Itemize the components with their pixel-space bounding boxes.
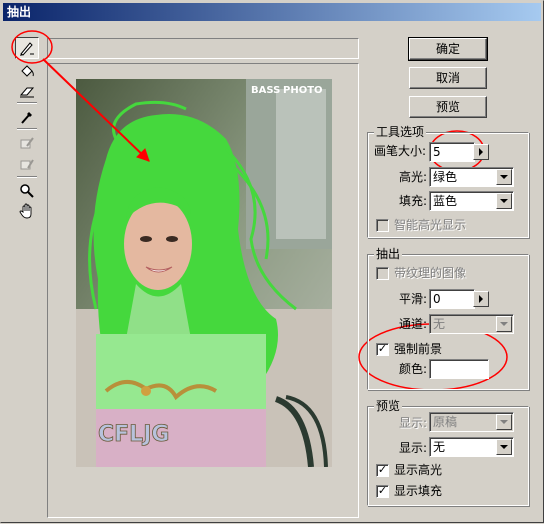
ok-button[interactable]: 确定 bbox=[408, 37, 488, 61]
cancel-button[interactable]: 取消 bbox=[409, 67, 487, 89]
color-label: 颜色: bbox=[399, 362, 428, 376]
extraction-title: 抽出 bbox=[374, 247, 403, 261]
channel-dropdown-button[interactable] bbox=[496, 316, 512, 332]
show-background-dropdown-button[interactable] bbox=[496, 439, 512, 455]
highlight-label: 高光: bbox=[399, 170, 428, 184]
preview-group-title: 预览 bbox=[374, 399, 403, 413]
extract-dialog: 抽出 BASS PHOTO CFLJG 确定 取消 预览 工具选项 画笔大小: … bbox=[0, 0, 544, 523]
fill-label: 填充: bbox=[399, 194, 428, 208]
show-label-1: 显示: bbox=[399, 416, 428, 430]
preview-button[interactable]: 预览 bbox=[409, 96, 487, 118]
brush-size-input[interactable]: 5 bbox=[429, 142, 475, 162]
force-foreground-checkbox[interactable]: ✓ bbox=[376, 343, 389, 356]
highlight-dropdown-button[interactable] bbox=[496, 169, 512, 185]
show-source-dropdown-button[interactable] bbox=[496, 414, 512, 430]
chevron-down-icon bbox=[500, 445, 508, 449]
show-highlight-label: 显示高光 bbox=[394, 463, 443, 477]
smooth-input[interactable]: 0 bbox=[429, 289, 475, 309]
show-label-2: 显示: bbox=[399, 441, 428, 455]
chevron-down-icon bbox=[500, 420, 508, 424]
chevron-down-icon bbox=[500, 322, 508, 326]
brush-size-label: 画笔大小: bbox=[374, 144, 427, 158]
show-highlight-checkbox[interactable]: ✓ bbox=[376, 464, 389, 477]
textured-image-label: 带纹理的图像 bbox=[394, 266, 467, 280]
textured-image-checkbox[interactable] bbox=[376, 267, 389, 280]
show-fill-checkbox[interactable]: ✓ bbox=[376, 485, 389, 498]
tool-options-title: 工具选项 bbox=[374, 125, 427, 139]
channel-label: 通道: bbox=[399, 317, 428, 331]
annotation-circle-tool bbox=[11, 30, 53, 64]
smooth-label: 平滑: bbox=[399, 292, 428, 306]
chevron-down-icon bbox=[500, 175, 508, 179]
smart-highlight-checkbox[interactable] bbox=[376, 219, 389, 232]
foreground-color-swatch[interactable] bbox=[429, 359, 489, 379]
force-foreground-label: 强制前景 bbox=[394, 342, 443, 356]
brush-size-slider-button[interactable] bbox=[473, 144, 489, 160]
smooth-slider-button[interactable] bbox=[473, 291, 489, 307]
triangle-right-icon bbox=[479, 148, 483, 156]
smart-highlight-label: 智能高光显示 bbox=[394, 218, 467, 232]
triangle-right-icon bbox=[479, 295, 483, 303]
fill-dropdown-button[interactable] bbox=[496, 193, 512, 209]
chevron-down-icon bbox=[500, 199, 508, 203]
show-fill-label: 显示填充 bbox=[394, 484, 443, 498]
